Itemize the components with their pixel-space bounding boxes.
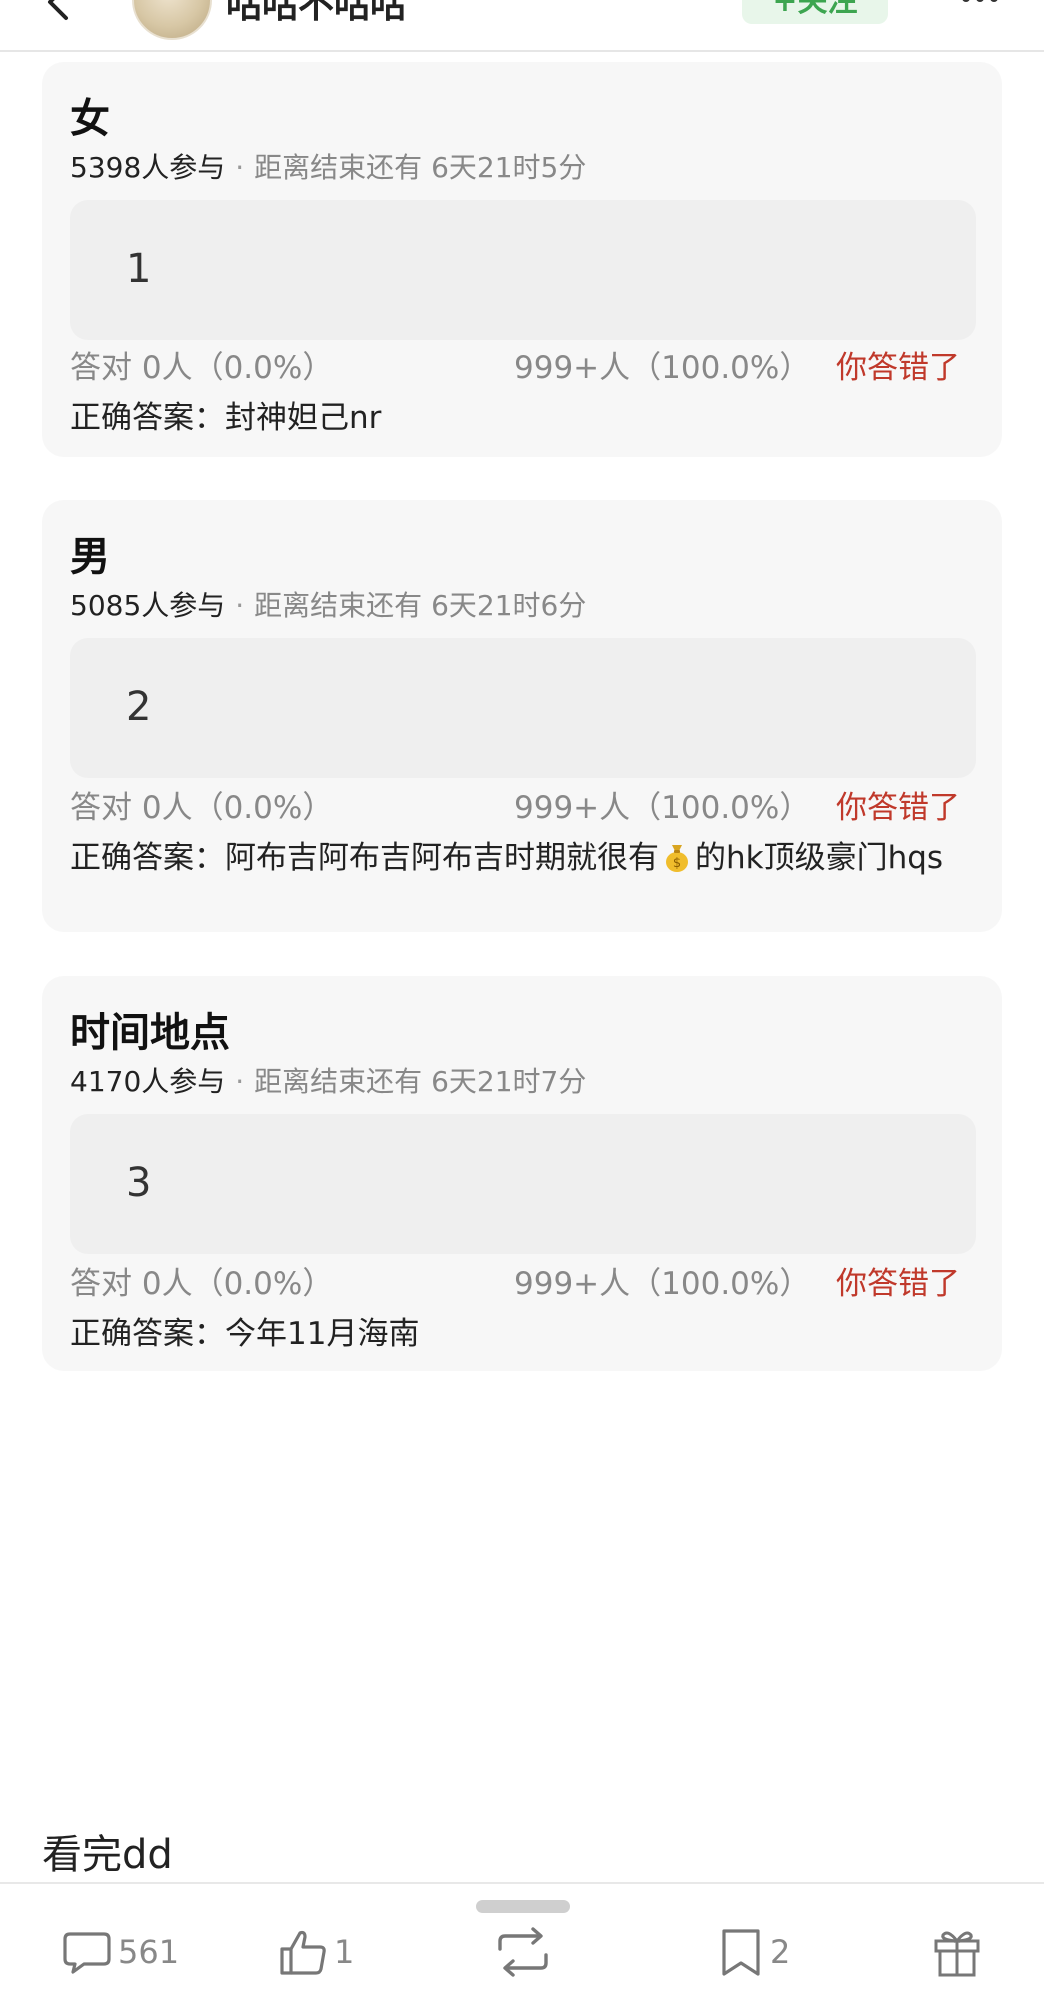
favorite-count: 2 — [770, 1933, 791, 1971]
comment-count: 561 — [118, 1933, 180, 1971]
correct-answer-suffix: 的hk顶级豪门hqs — [695, 840, 944, 876]
like-count: 1 — [334, 1933, 355, 1971]
drag-handle[interactable] — [476, 1900, 570, 1913]
quiz-card: 女 5398人参与 · 距离结束还有 6天21时5分 1 答对 0人（0.0%） 9… — [42, 62, 1002, 457]
quiz-meta: 5085人参与 · 距离结束还有 6天21时6分 — [70, 584, 586, 624]
post-text: 看完dd — [42, 1832, 173, 1878]
bottom-action-bar: 561 1 2 — [0, 1882, 1044, 2005]
correct-count-stat: 答对 0人（0.0%） — [70, 350, 334, 386]
my-answer-box: 2 — [70, 638, 976, 778]
quiz-meta: 4170人参与 · 距离结束还有 6天21时7分 — [70, 1060, 586, 1100]
gift-icon — [934, 1931, 980, 1977]
meta-separator: · — [235, 1065, 245, 1098]
bookmark-icon — [722, 1929, 760, 1976]
correct-count-stat: 答对 0人（0.0%） — [70, 1266, 334, 1302]
follow-button[interactable]: +关注 — [742, 0, 888, 24]
comment-icon — [63, 1932, 111, 1974]
deadline-countdown: 距离结束还有 6天21时7分 — [254, 1065, 587, 1098]
like-icon — [280, 1930, 326, 1975]
correct-answer: 正确答案：今年11月海南 — [70, 1316, 420, 1352]
quiz-title: 男 — [70, 534, 110, 580]
correct-count-stat: 答对 0人（0.0%） — [70, 790, 334, 826]
result-tag: 你答错了 — [836, 350, 960, 386]
gift-button[interactable] — [930, 1922, 984, 1982]
correct-answer: 正确答案：封神妲己nr — [70, 400, 382, 436]
svg-text:$: $ — [673, 856, 681, 871]
quiz-card: 时间地点 4170人参与 · 距离结束还有 6天21时7分 3 答对 0人（0.0%… — [42, 976, 1002, 1371]
result-tag: 你答错了 — [836, 1266, 960, 1302]
back-arrow-icon[interactable] — [40, 0, 80, 22]
top-bar: 咕咕不咕咕 +关注 — [0, 0, 1044, 52]
my-answer-text: 2 — [126, 684, 152, 730]
meta-separator: · — [235, 151, 245, 184]
more-icon[interactable] — [960, 0, 1000, 6]
comment-button[interactable]: 561 — [60, 1922, 179, 1982]
repost-button[interactable] — [492, 1922, 558, 1982]
participant-count: 5398人参与 — [70, 151, 226, 184]
quiz-title: 女 — [70, 96, 110, 142]
correct-answer: 正确答案：阿布吉阿布吉阿布吉时期就很有 $ 的hk顶级豪门hqs — [70, 834, 976, 882]
wrong-count-stat: 999+人（100.0%） — [514, 350, 811, 386]
my-answer-box: 1 — [70, 200, 976, 340]
participant-count: 4170人参与 — [70, 1065, 226, 1098]
quiz-meta: 5398人参与 · 距离结束还有 6天21时5分 — [70, 146, 586, 186]
participant-count: 5085人参与 — [70, 589, 226, 622]
meta-separator: · — [235, 589, 245, 622]
correct-answer-prefix: 正确答案：阿布吉阿布吉阿布吉时期就很有 — [70, 840, 659, 876]
wrong-count-stat: 999+人（100.0%） — [514, 790, 811, 826]
my-answer-text: 3 — [126, 1160, 152, 1206]
money-bag-icon: $ — [666, 845, 688, 872]
avatar[interactable] — [132, 0, 212, 40]
quiz-card: 男 5085人参与 · 距离结束还有 6天21时6分 2 答对 0人（0.0%） 9… — [42, 500, 1002, 932]
like-button[interactable]: 1 — [276, 1922, 354, 1982]
my-answer-text: 1 — [126, 246, 152, 292]
wrong-count-stat: 999+人（100.0%） — [514, 1266, 811, 1302]
quiz-title: 时间地点 — [70, 1010, 230, 1056]
result-tag: 你答错了 — [836, 790, 960, 826]
my-answer-box: 3 — [70, 1114, 976, 1254]
favorite-button[interactable]: 2 — [716, 1922, 790, 1982]
deadline-countdown: 距离结束还有 6天21时5分 — [254, 151, 587, 184]
author-name[interactable]: 咕咕不咕咕 — [226, 0, 406, 28]
deadline-countdown: 距离结束还有 6天21时6分 — [254, 589, 587, 622]
repost-icon — [498, 1927, 548, 1977]
